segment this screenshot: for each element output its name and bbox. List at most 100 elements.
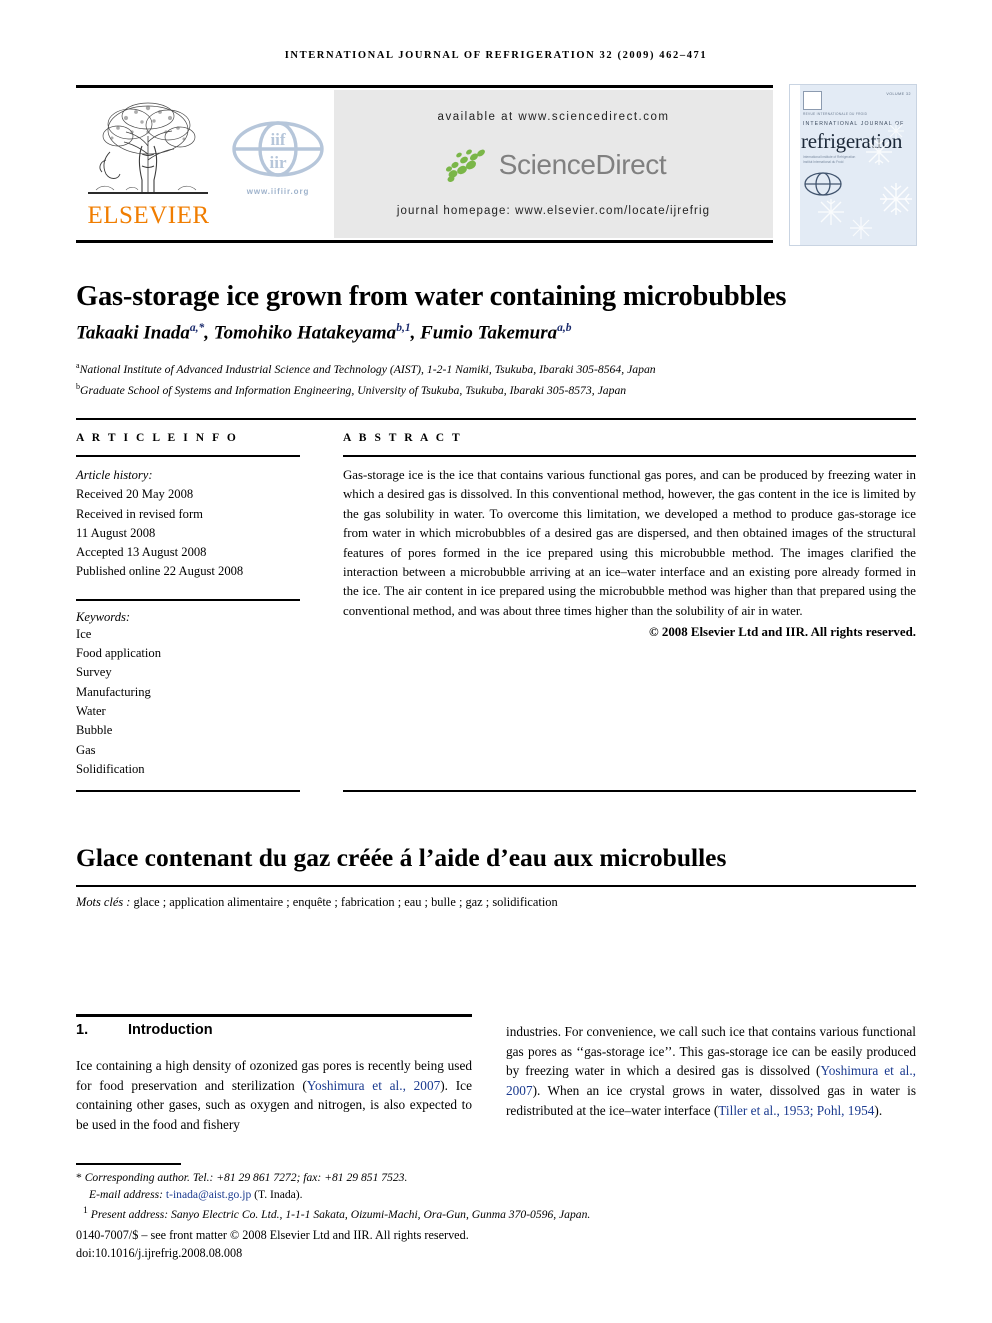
email-link[interactable]: t-inada@aist.go.jp (166, 1188, 251, 1201)
snowflake-icon (888, 123, 904, 139)
present-address-footnote: 1 Present address: Sanyo Electric Co. Lt… (76, 1203, 596, 1223)
keyword-item: Solidification (76, 761, 145, 776)
section-number: 1. (76, 1022, 89, 1038)
doi-line: doi:10.1016/j.ijrefrig.2008.08.008 (76, 1246, 243, 1260)
svg-text:iir: iir (270, 153, 287, 172)
corresponding-author-text: Corresponding author. Tel.: +81 29 861 7… (84, 1171, 408, 1184)
elsevier-tree-icon (82, 94, 214, 202)
running-head: International Journal of Refrigeration 3… (284, 50, 708, 61)
french-section-rule (76, 885, 916, 887)
author-name: Tomohiko Hatakeyama (213, 322, 397, 344)
french-keywords-list: glace ; application alimentaire ; enquêt… (133, 895, 558, 909)
iif-globe-icon: iif iir (232, 121, 324, 177)
abstract-copyright: © 2008 Elsevier Ltd and IIR. All rights … (649, 625, 916, 640)
corresponding-author-footnote: * Corresponding author. Tel.: +81 29 861… (76, 1170, 596, 1187)
issn-front-matter-line: 0140-7007/$ – see front matter © 2008 El… (76, 1228, 469, 1242)
keywords-label: Keywords: (76, 609, 131, 624)
snowflake-icon (850, 217, 872, 239)
journal-cover-thumbnail: VOLUME 32 REVUE INTERNATIONALE DU FROID … (789, 84, 917, 246)
page-title: Gas-storage ice grown from water contain… (76, 281, 787, 313)
keyword-item: Water (76, 703, 106, 718)
email-label: E-mail address: (89, 1187, 163, 1201)
publisher-header-band: ELSEVIER iif iir www.iifiir.org availabl… (76, 88, 773, 240)
affiliation-item: aNational Institute of Advanced Industri… (76, 357, 926, 378)
keyword-item: Ice (76, 626, 92, 641)
snowflake-icon (880, 183, 912, 215)
info-section-rule-bottom-right (343, 790, 916, 792)
email-suffix: (T. Inada). (254, 1187, 303, 1201)
article-info-divider (76, 455, 300, 457)
info-section-rule-bottom-left (76, 790, 300, 792)
email-footnote: E-mail address: t-inada@aist.go.jp (T. I… (76, 1187, 596, 1204)
author-name: Fumio Takemura (420, 322, 558, 344)
abstract-text: Gas-storage ice is the ice that contains… (343, 468, 916, 618)
intro-paragraph-left: Ice containing a high density of ozonize… (76, 1056, 472, 1135)
present-address-text: Present address: Sanyo Electric Co. Ltd.… (90, 1207, 591, 1221)
section-heading: 1. Introduction (76, 1022, 472, 1038)
sciencedirect-logo: ScienceDirect (334, 145, 773, 189)
iif-iir-logo: iif iir www.iifiir.org (228, 118, 328, 208)
cover-elsevier-mark-icon (803, 91, 822, 110)
history-item: Received in revised form (76, 506, 203, 521)
keyword-item: Bubble (76, 723, 113, 738)
sciencedirect-banner: available at www.sciencedirect.com Scien… (334, 90, 773, 238)
affiliation-text: National Institute of Advanced Industria… (79, 362, 656, 376)
history-item: 11 August 2008 (76, 525, 156, 540)
keywords-list: Ice Food application Survey Manufacturin… (76, 625, 300, 779)
cover-volume-label: VOLUME 32 (886, 92, 911, 96)
elsevier-wordmark: ELSEVIER (87, 202, 210, 229)
intro-paragraph-right: industries. For convenience, we call suc… (506, 1022, 916, 1121)
citation-link[interactable]: Tiller et al., 1953; Pohl, 1954 (718, 1103, 874, 1118)
body-section-rule (76, 1014, 472, 1017)
french-keywords-label: Mots clés : (76, 895, 131, 909)
keyword-item: Survey (76, 665, 112, 680)
french-keywords: Mots clés : glace ; application alimenta… (76, 895, 926, 910)
sciencedirect-wordmark: ScienceDirect (498, 149, 667, 180)
section-title: Introduction (128, 1022, 213, 1038)
svg-text:iif: iif (270, 130, 285, 149)
history-item: Accepted 13 August 2008 (76, 545, 207, 560)
history-item: Received 20 May 2008 (76, 487, 194, 502)
author-name: Takaaki Inada (76, 322, 190, 344)
intro-text-part-3: ). (874, 1102, 883, 1118)
footnote-block: * Corresponding author. Tel.: +81 29 861… (76, 1170, 596, 1223)
article-info-column: A R T I C L E I N F O Article history: R… (76, 432, 300, 779)
article-history-label: Article history: (76, 468, 153, 482)
author-marks: a,b (557, 322, 572, 334)
snowflake-icon (818, 199, 844, 225)
article-history-block: Article history: Received 20 May 2008 Re… (76, 466, 300, 582)
abstract-heading: A B S T R A C T (343, 432, 463, 444)
keyword-item: Manufacturing (76, 684, 151, 699)
keyword-item: Food application (76, 646, 161, 661)
article-info-heading: A R T I C L E I N F O (76, 432, 239, 444)
body-column-left: 1. Introduction Ice containing a high den… (76, 1022, 472, 1135)
cover-globe-icon (804, 172, 842, 196)
footnote-rule (76, 1163, 181, 1165)
body-column-right: industries. For convenience, we call suc… (506, 1022, 916, 1121)
cover-institute-lines: International Institute of Refrigeration… (803, 155, 855, 165)
history-item: Published online 22 August 2008 (76, 564, 244, 579)
citation-link[interactable]: Yoshimura et al., 2007 (307, 1078, 440, 1093)
keywords-divider (76, 598, 300, 601)
iif-url-label: www.iifiir.org (246, 187, 310, 196)
snowflake-icon (866, 139, 892, 165)
cover-french-title: REVUE INTERNATIONALE DU FROID (803, 112, 868, 116)
author-marks: b,1 (396, 322, 411, 334)
affiliation-text: Graduate School of Systems and Informati… (80, 383, 627, 397)
header-rule-bottom (76, 240, 773, 243)
sciencedirect-leaves-icon (445, 149, 485, 182)
journal-article-page: International Journal of Refrigeration 3… (0, 0, 992, 1323)
keyword-item: Gas (76, 742, 96, 757)
abstract-divider (343, 455, 916, 457)
author-list: Takaaki Inadaa,*, Tomohiko Hatakeyamab,1… (76, 322, 572, 344)
elsevier-logo: ELSEVIER (76, 90, 221, 240)
footnote-asterisk-mark: * (76, 1171, 82, 1184)
abstract-column: A B S T R A C T Gas-storage ice is the i… (343, 432, 916, 640)
info-section-rule-top (76, 418, 916, 420)
cover-left-strip (790, 85, 800, 245)
footnote-number-mark: 1 (83, 1205, 88, 1216)
footer-legal-block: 0140-7007/$ – see front matter © 2008 El… (76, 1226, 676, 1262)
cover-institute-line-2: Institut International du Froid (803, 160, 844, 164)
french-title: Glace contenant du gaz créée á l’aide d’… (76, 843, 727, 873)
affiliation-list: aNational Institute of Advanced Industri… (76, 357, 926, 399)
